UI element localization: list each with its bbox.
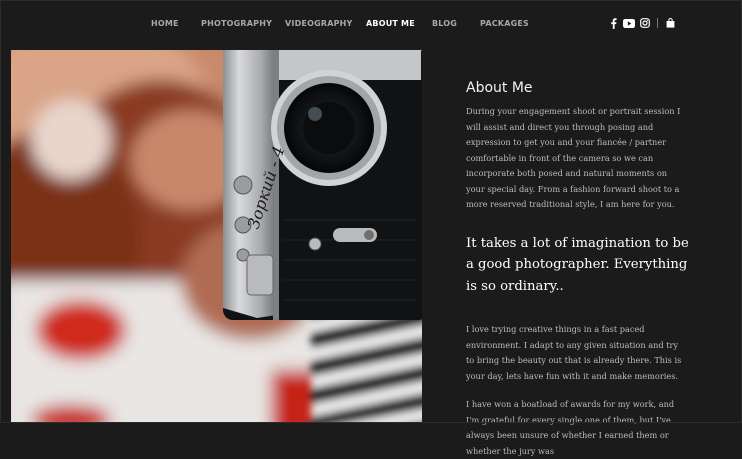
shopping-bag-icon[interactable]: [664, 17, 676, 29]
nav-item-home[interactable]: HOME: [151, 19, 179, 28]
page-title: About Me: [466, 80, 533, 96]
about-paragraph-2: I love trying creative things in a fast …: [466, 324, 682, 381]
nav-item-blog[interactable]: BLOG: [432, 19, 457, 28]
about-intro-paragraph: During your engagement shoot or portrait…: [466, 106, 681, 209]
instagram-icon[interactable]: [639, 17, 651, 29]
nav-item-photography[interactable]: PHOTOGRAPHY: [201, 19, 272, 28]
about-section: About Me During your engagement shoot or…: [466, 80, 689, 459]
nav-item-videography[interactable]: VIDEOGRAPHY: [285, 19, 353, 28]
hero-photo-woman-with-camera: Зоркий - 4: [11, 50, 422, 423]
social-divider: [657, 18, 658, 28]
about-quote: It takes a lot of imagination to be a go…: [466, 235, 689, 294]
site-header: HOME PHOTOGRAPHY VIDEOGRAPHY ABOUT ME BL…: [0, 0, 742, 48]
nav-item-about-me[interactable]: ABOUT ME: [366, 19, 415, 28]
social-links: [607, 16, 680, 30]
facebook-icon[interactable]: [607, 17, 619, 29]
youtube-icon[interactable]: [623, 17, 635, 29]
about-paragraph-3: I have won a boatload of awards for my w…: [466, 399, 675, 456]
nav-item-packages[interactable]: PACKAGES: [480, 19, 529, 28]
